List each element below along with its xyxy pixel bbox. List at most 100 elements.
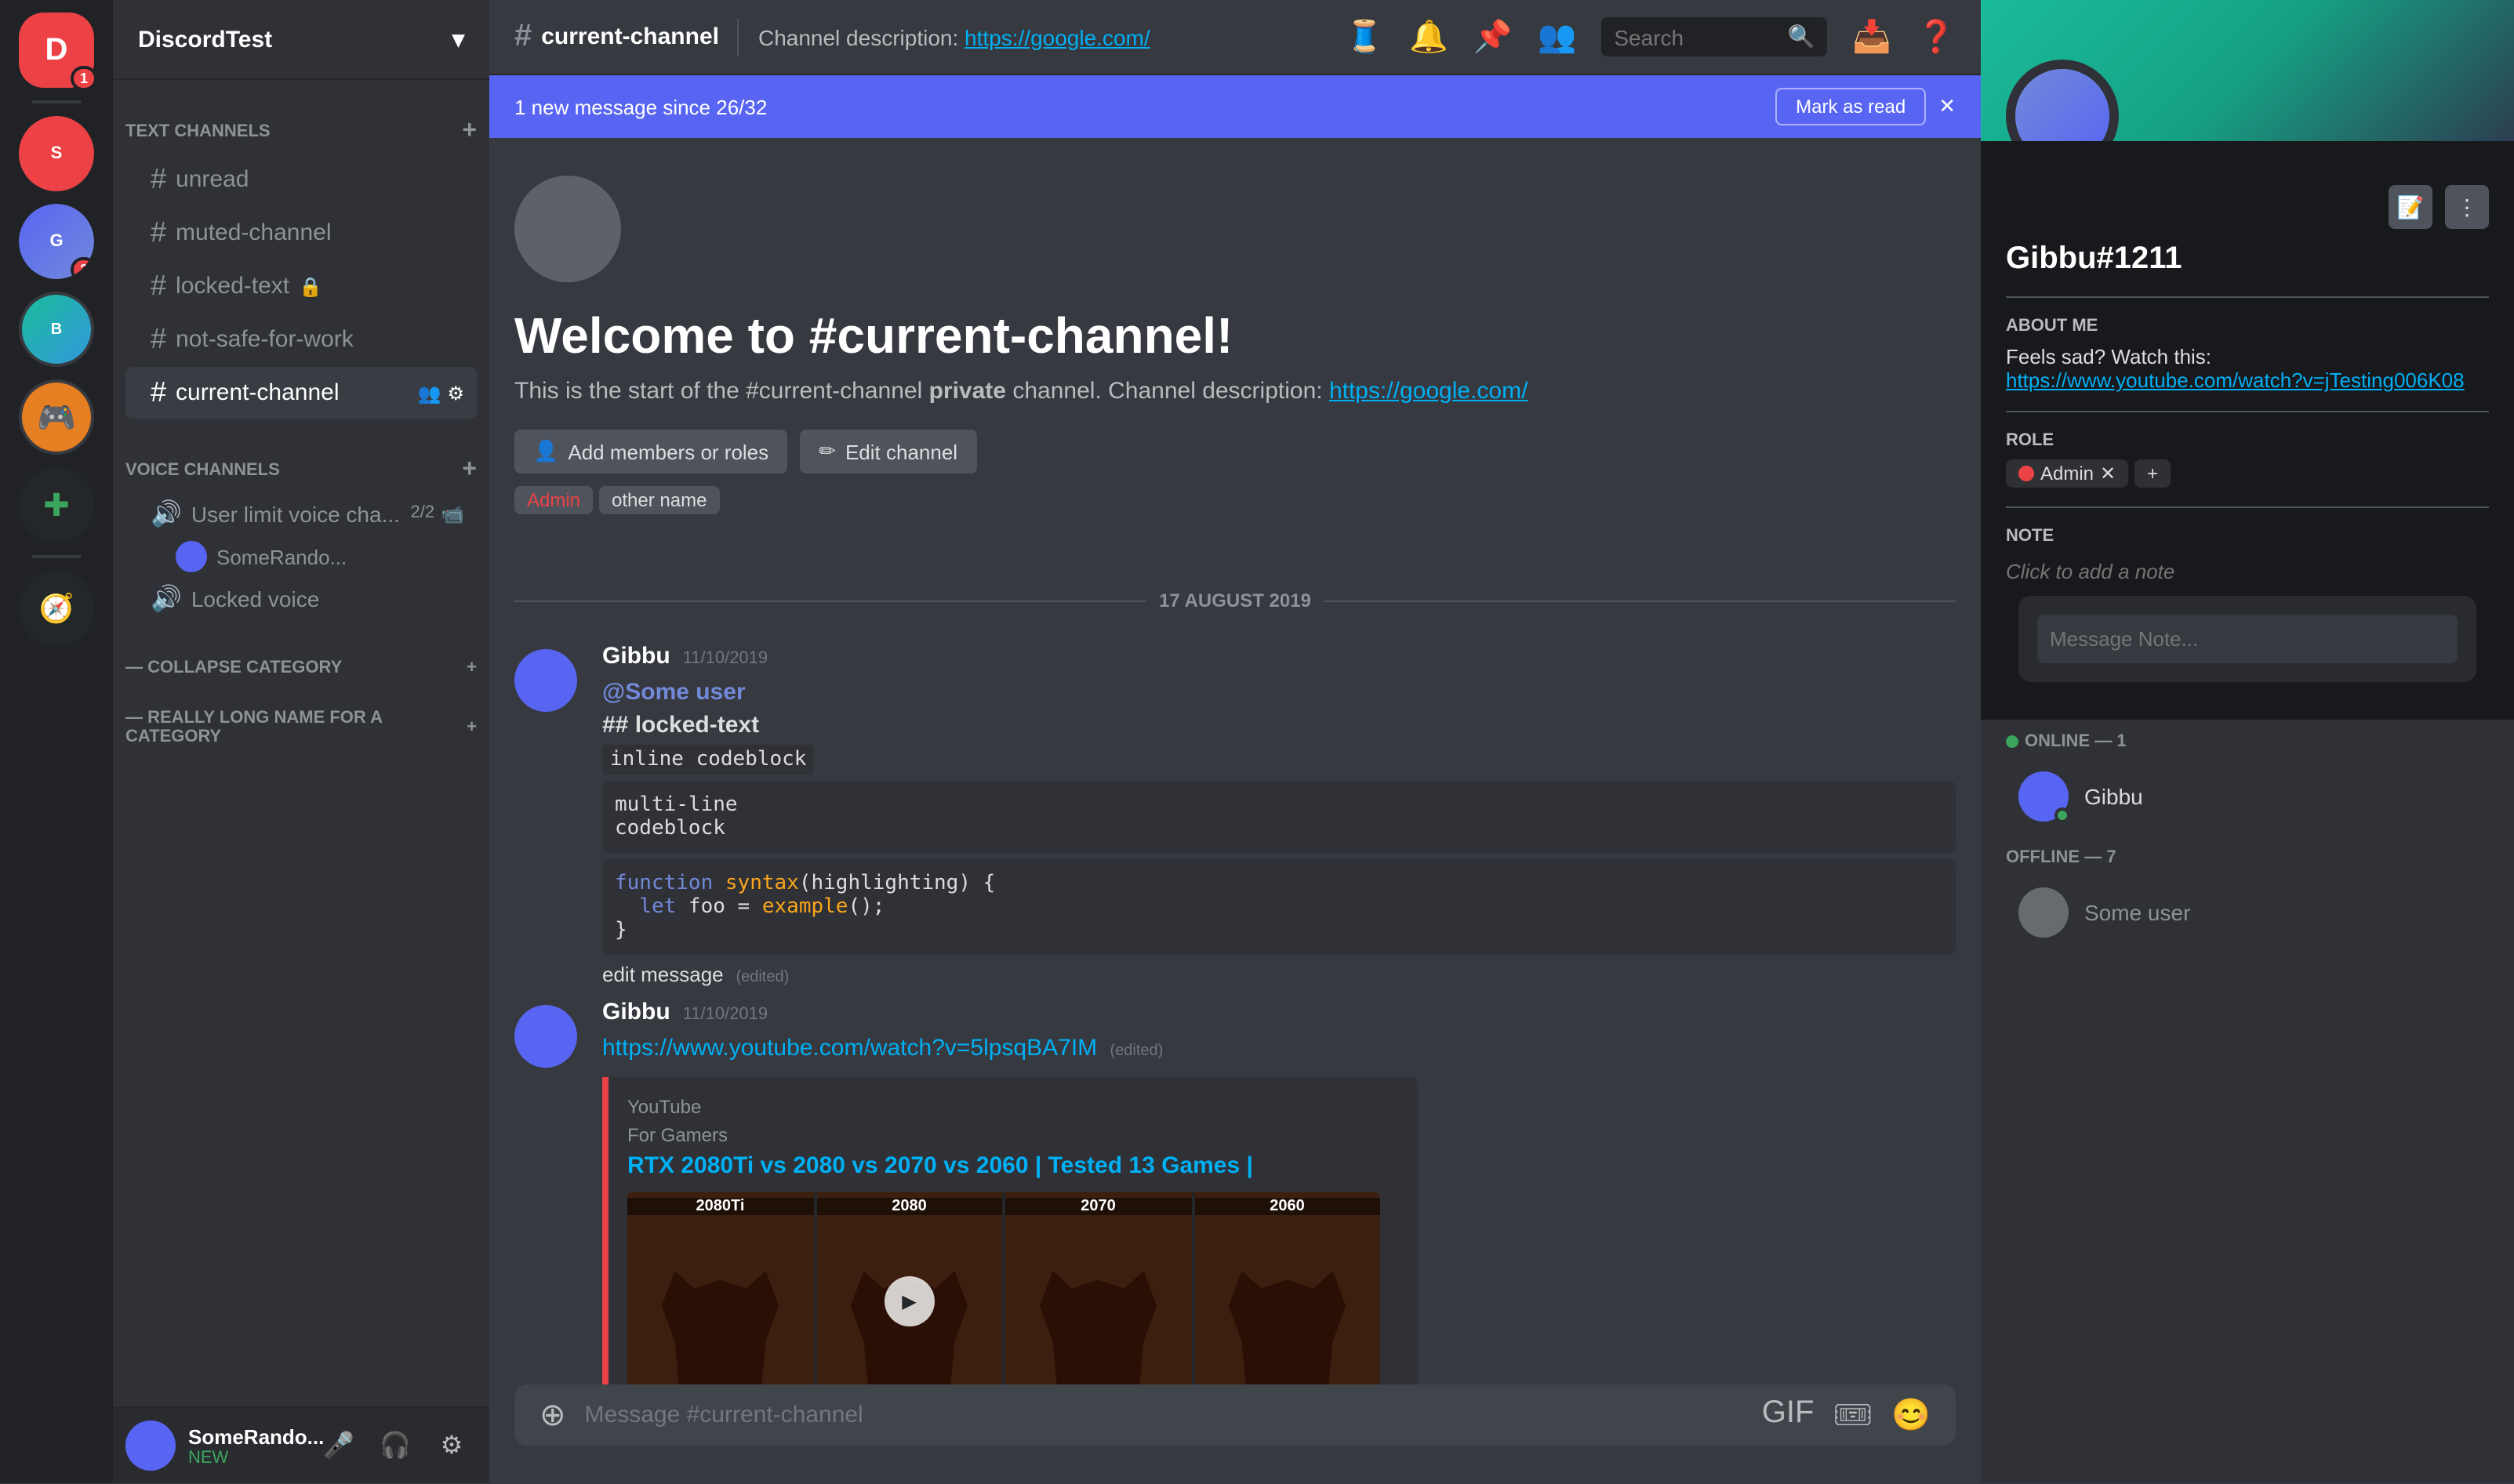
play-button[interactable]: ▶: [885, 1276, 935, 1326]
search-bar[interactable]: 🔍: [1601, 17, 1827, 56]
mute-button[interactable]: 🎤: [314, 1421, 364, 1471]
emoji-icon[interactable]: 😊: [1891, 1395, 1931, 1435]
voice-channel-locked-name: Locked voice: [191, 586, 319, 611]
server-icon-discordtest[interactable]: D 1: [19, 13, 94, 88]
edit-channel-button[interactable]: ✏ Edit channel: [800, 430, 976, 474]
add-collapsed-icon[interactable]: +: [467, 659, 477, 677]
deafen-button[interactable]: 🎧: [370, 1421, 420, 1471]
server-divider-1: [31, 100, 82, 103]
collapsed-cat-1-label: COLLAPSE CATEGORY: [147, 659, 342, 677]
channel-header-name: # current-channel: [514, 19, 719, 55]
channel-header: # current-channel Channel description: h…: [489, 0, 1981, 75]
message-content-1: Gibbu 11/10/2019 @Some user ## locked-te…: [602, 643, 1956, 986]
message-text-1: @Some user: [602, 676, 1956, 709]
youtube-link[interactable]: https://www.youtube.com/watch?v=5lpsqBA7…: [602, 1035, 1097, 1061]
server-icon-explore[interactable]: 🧭: [19, 571, 94, 646]
user-panel-avatar: [125, 1421, 176, 1471]
add-role-badge[interactable]: +: [2134, 459, 2171, 488]
thread-icon[interactable]: 🧵: [1345, 17, 1384, 56]
channel-name-nsfw: not-safe-for-work: [176, 326, 354, 353]
sticker-icon[interactable]: 🎟: [1833, 1395, 1873, 1435]
search-icon: 🔍: [1788, 24, 1815, 50]
channel-name-muted: muted-channel: [176, 220, 331, 246]
embed-title[interactable]: RTX 2080Ti vs 2080 vs 2070 vs 2060 | Tes…: [627, 1152, 1399, 1179]
message-input[interactable]: [585, 1384, 1743, 1446]
pin-icon[interactable]: 📌: [1473, 17, 1513, 56]
add-voice-icon[interactable]: +: [462, 456, 477, 484]
category-collapsed-2[interactable]: — REALLY LONG NAME FOR A CATEGORY +: [113, 684, 489, 753]
welcome-desc: This is the start of the #current-channe…: [514, 378, 1956, 405]
category-text-label: TEXT CHANNELS: [125, 122, 271, 141]
add-collapsed-icon-2[interactable]: +: [467, 718, 477, 737]
server-header[interactable]: DiscordTest ▾: [113, 0, 489, 80]
add-members-icon: 👤: [533, 439, 558, 464]
search-input[interactable]: [1614, 24, 1775, 49]
profile-more-button[interactable]: ⋮: [2445, 185, 2489, 229]
settings-button[interactable]: ⚙: [427, 1421, 477, 1471]
message-note-input[interactable]: [2037, 615, 2458, 663]
right-member-gibbu[interactable]: Gibbu: [1993, 759, 2501, 834]
server-icon-2[interactable]: G 2: [19, 204, 94, 279]
category-text-channels[interactable]: TEXT CHANNELS +: [113, 93, 489, 152]
profile-divider-1: [2006, 296, 2489, 298]
header-description-link[interactable]: https://google.com/: [965, 24, 1150, 49]
message-text-1c: inline codeblock: [602, 742, 1956, 775]
video-cell-2: 2080 ▶: [816, 1192, 1002, 1384]
inbox-icon[interactable]: 📥: [1852, 17, 1891, 56]
vc-actions: 2/2 📹: [411, 503, 465, 525]
gif-icon[interactable]: GIF: [1762, 1395, 1815, 1435]
message-header-1: Gibbu 11/10/2019: [602, 643, 1956, 669]
add-members-button[interactable]: 👤 Add members or roles: [514, 430, 787, 474]
channel-item-unread[interactable]: # unread: [125, 154, 477, 205]
voice-icon-2: 🔊: [151, 583, 182, 615]
channel-name-locked: locked-text: [176, 273, 289, 299]
attach-icon[interactable]: ⊕: [539, 1395, 566, 1435]
member-chip-admin[interactable]: Admin: [514, 486, 593, 514]
voice-channel-name: User limit voice cha...: [191, 502, 400, 527]
note-input[interactable]: [2006, 560, 2489, 583]
embed-provider: YouTube: [627, 1096, 1399, 1118]
offline-section-header: OFFLINE — 7: [1981, 836, 2514, 873]
mark-as-read-button[interactable]: Mark as read: [1775, 88, 1926, 125]
banner-text: 1 new message since 26/32: [514, 95, 767, 118]
right-member-some-user[interactable]: Some user: [1993, 875, 2501, 950]
vc-user-item: SomeRando...: [113, 538, 489, 575]
channel-settings-icon[interactable]: ⚙: [447, 382, 464, 404]
members-icon[interactable]: 👥: [1538, 17, 1577, 56]
profile-card: [1981, 0, 2514, 141]
voice-channel-item-1[interactable]: 🔊 User limit voice cha... 2/2 📹: [125, 492, 477, 536]
roles-container: Admin ✕ +: [2006, 459, 2489, 488]
help-icon[interactable]: ❓: [1916, 17, 1956, 56]
add-channel-icon[interactable]: +: [462, 118, 477, 146]
online-section-header: ONLINE — 1: [1981, 720, 2514, 757]
welcome-link[interactable]: https://google.com/: [1329, 378, 1528, 405]
server-icon-5[interactable]: ✚: [19, 467, 94, 542]
about-link[interactable]: https://www.youtube.com/watch?v=jTesting…: [2006, 368, 2465, 392]
member-chip-other[interactable]: other name: [599, 486, 719, 514]
voice-channel-item-2[interactable]: 🔊 Locked voice: [125, 577, 477, 621]
category-collapsed-1[interactable]: — COLLAPSE CATEGORY +: [113, 633, 489, 684]
channel-item-muted[interactable]: # muted-channel: [125, 207, 477, 259]
server-icon-4[interactable]: 🎮: [19, 379, 94, 455]
role-remove-icon[interactable]: ✕: [2100, 463, 2116, 484]
input-actions: GIF 🎟 😊: [1762, 1395, 1931, 1435]
server-icon-3[interactable]: B: [19, 292, 94, 367]
user-controls: 🎤 🎧 ⚙: [314, 1421, 477, 1471]
header-actions: 🧵 🔔 📌 👥 🔍 📥 ❓: [1345, 17, 1956, 56]
channel-item-current[interactable]: # current-channel 👥 ⚙: [125, 367, 477, 419]
channel-item-locked[interactable]: # locked-text 🔒: [125, 260, 477, 312]
notification-icon[interactable]: 🔔: [1409, 17, 1448, 56]
server-icon-1[interactable]: S: [19, 116, 94, 191]
video-cell-4: 2060: [1194, 1192, 1380, 1384]
date-divider-1: 17 AUGUST 2019: [489, 564, 1981, 637]
message-input-wrapper: ⊕ GIF 🎟 😊: [514, 1384, 1956, 1446]
collapsed-cat-2-label: REALLY LONG NAME FOR A CATEGORY: [125, 709, 382, 746]
message-text-2: https://www.youtube.com/watch?v=5lpsqBA7…: [602, 1032, 1956, 1065]
profile-avatar-img: [2015, 69, 2109, 141]
about-me-text: Feels sad? Watch this: https://www.youtu…: [2006, 345, 2489, 392]
banner-close-icon[interactable]: ✕: [1938, 94, 1956, 119]
profile-note-button[interactable]: 📝: [2389, 185, 2432, 229]
channel-item-nsfw[interactable]: # not-safe-for-work: [125, 314, 477, 365]
embed-image: 2080Ti 2080 ▶ 2070: [627, 1192, 1380, 1384]
category-voice-channels[interactable]: VOICE CHANNELS +: [113, 431, 489, 491]
